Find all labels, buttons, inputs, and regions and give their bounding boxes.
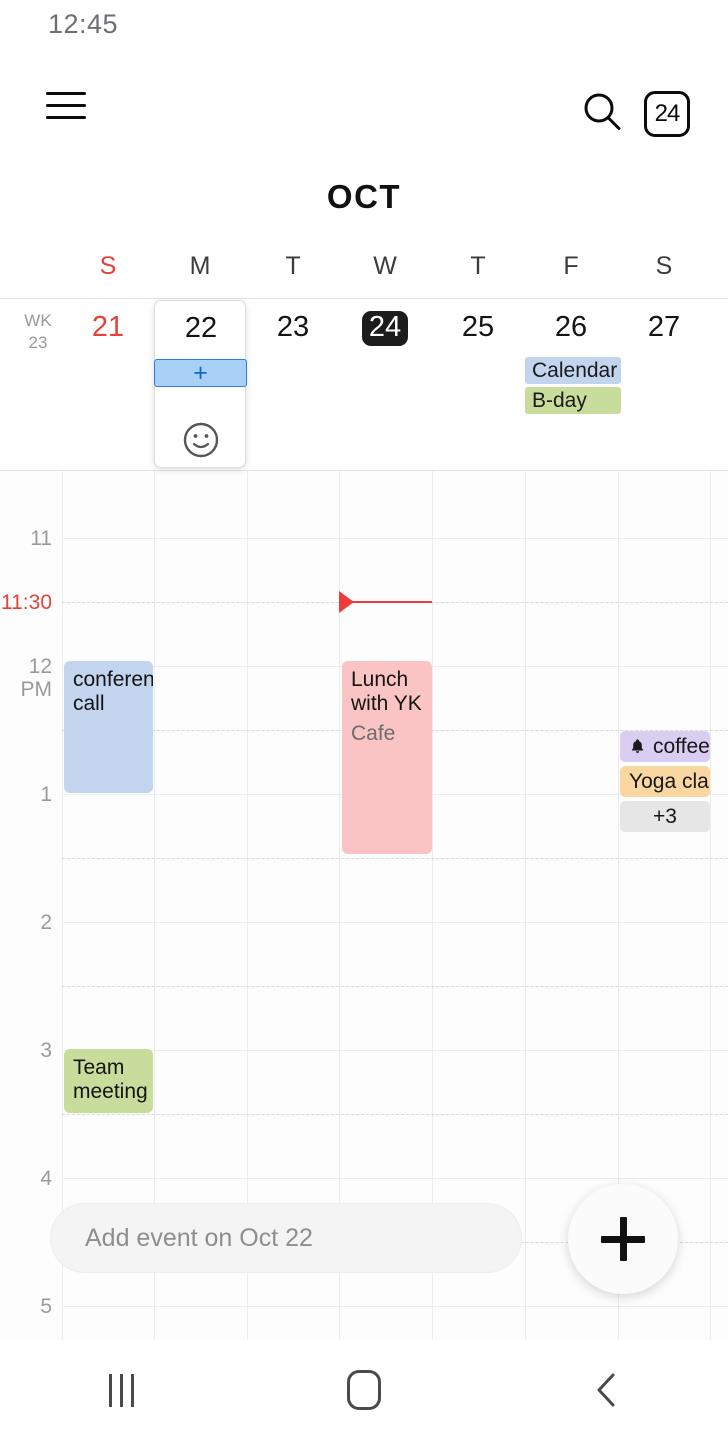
weekday-label-sun: S [99,252,117,280]
add-event-fab[interactable] [568,1184,678,1294]
grid-hour-line [62,538,728,539]
hamburger-menu-icon[interactable] [46,92,86,122]
recents-icon [108,1373,134,1407]
time-label-3: 3 [40,1039,52,1062]
event-chip-yoga[interactable]: Yoga cla [620,766,710,797]
selected-day-card[interactable]: 22 + [154,300,247,468]
today-icon-label: 24 [644,91,690,137]
weekday-label-thu: T [470,252,486,280]
time-label-11: 11 [30,527,52,550]
grid-hour-line [62,922,728,923]
time-label-4: 4 [40,1167,52,1190]
day-cell-27[interactable]: 27 [618,311,710,344]
page-title: OCT [326,178,402,215]
status-bar: 12:45 [0,0,728,62]
weekday-label-tue: T [285,252,301,280]
add-event-inline-button[interactable]: + [154,359,247,387]
selected-day-number: 22 [184,312,218,344]
event-title: Team meeting [73,1056,148,1103]
grid-hour-line [62,1050,728,1051]
app-bar: 24 [0,62,728,170]
current-time-arrow-icon [339,591,354,613]
day-cell-21[interactable]: 21 [62,311,154,344]
allday-event-calendar[interactable]: Calendar [525,357,621,384]
add-event-input[interactable]: Add event on Oct 22 [50,1203,522,1273]
back-icon [597,1373,615,1407]
home-button[interactable] [243,1370,486,1410]
event-location: Cafe [351,722,396,745]
search-icon[interactable] [580,90,624,134]
time-label-1: 1 [40,783,52,806]
event-conference-call[interactable]: conference call [64,661,153,793]
time-label-5: 5 [40,1295,52,1318]
time-label-now: 11:30 [1,591,52,614]
event-chip-label: +3 [653,805,677,828]
weekday-label-wed: W [373,252,397,280]
jump-to-today-icon[interactable]: 24 [644,91,692,139]
grid-hour-line [62,1306,728,1307]
week-strip: WK 23 21 23 24 25 26 27 Calendar B-day 2… [0,298,728,470]
week-number: WK 23 [24,311,52,352]
event-title: Lunch with YK [351,668,422,715]
status-time: 12:45 [48,9,119,39]
grid-halfhour-line [62,858,728,859]
event-chip-coffee[interactable]: coffee [620,731,710,762]
day-cell-26[interactable]: 26 [525,311,617,344]
event-lunch-with-yk[interactable]: Lunch with YK Cafe [342,661,432,854]
event-chip-more[interactable]: +3 [620,801,710,832]
grid-hour-line [62,1178,728,1179]
day-cell-25[interactable]: 25 [432,311,524,344]
smiley-icon[interactable] [155,419,247,461]
time-label-2: 2 [40,911,52,934]
calendar-app: 12:45 24 OCT S M T W T F S WK 23 21 23 2… [0,0,728,1440]
time-label-12pm-meridiem: PM [20,678,53,701]
back-button[interactable] [485,1370,728,1410]
event-chip-label: coffee [653,735,710,758]
weekday-label-fri: F [563,252,579,280]
event-title: conference call [73,668,153,715]
grid-halfhour-line [62,986,728,987]
grid-halfhour-line [62,1114,728,1115]
event-team-meeting[interactable]: Team meeting [64,1049,153,1113]
day-cell-24-today[interactable]: 24 [339,311,431,346]
time-label-12pm: 12 [28,655,52,678]
bell-icon [631,739,644,753]
system-navigation-bar [0,1340,728,1440]
add-event-placeholder: Add event on Oct 22 [85,1223,313,1252]
recents-button[interactable] [0,1373,243,1407]
weekday-label-sat: S [655,252,673,280]
weekday-header: S M T W T F S [0,252,728,296]
home-icon [347,1370,381,1410]
allday-event-bday[interactable]: B-day [525,387,621,414]
event-chip-label: Yoga cla [629,770,709,793]
plus-icon [619,1217,627,1261]
current-time-line [347,601,432,603]
day-cell-23[interactable]: 23 [247,311,339,344]
weekday-label-mon: M [189,252,211,280]
